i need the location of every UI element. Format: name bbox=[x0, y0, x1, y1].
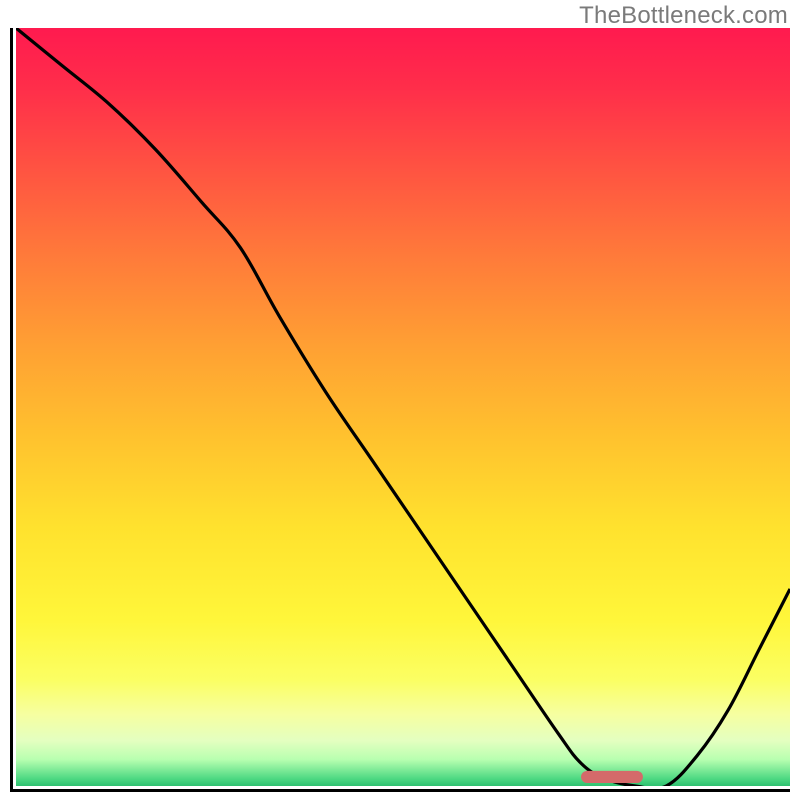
curve-layer bbox=[16, 28, 790, 786]
watermark-text: TheBottleneck.com bbox=[579, 2, 788, 30]
bottleneck-curve bbox=[16, 28, 790, 786]
axes-frame bbox=[10, 28, 790, 792]
plot-area bbox=[16, 28, 790, 786]
optimal-marker bbox=[581, 771, 643, 783]
chart-container: TheBottleneck.com bbox=[0, 0, 800, 800]
